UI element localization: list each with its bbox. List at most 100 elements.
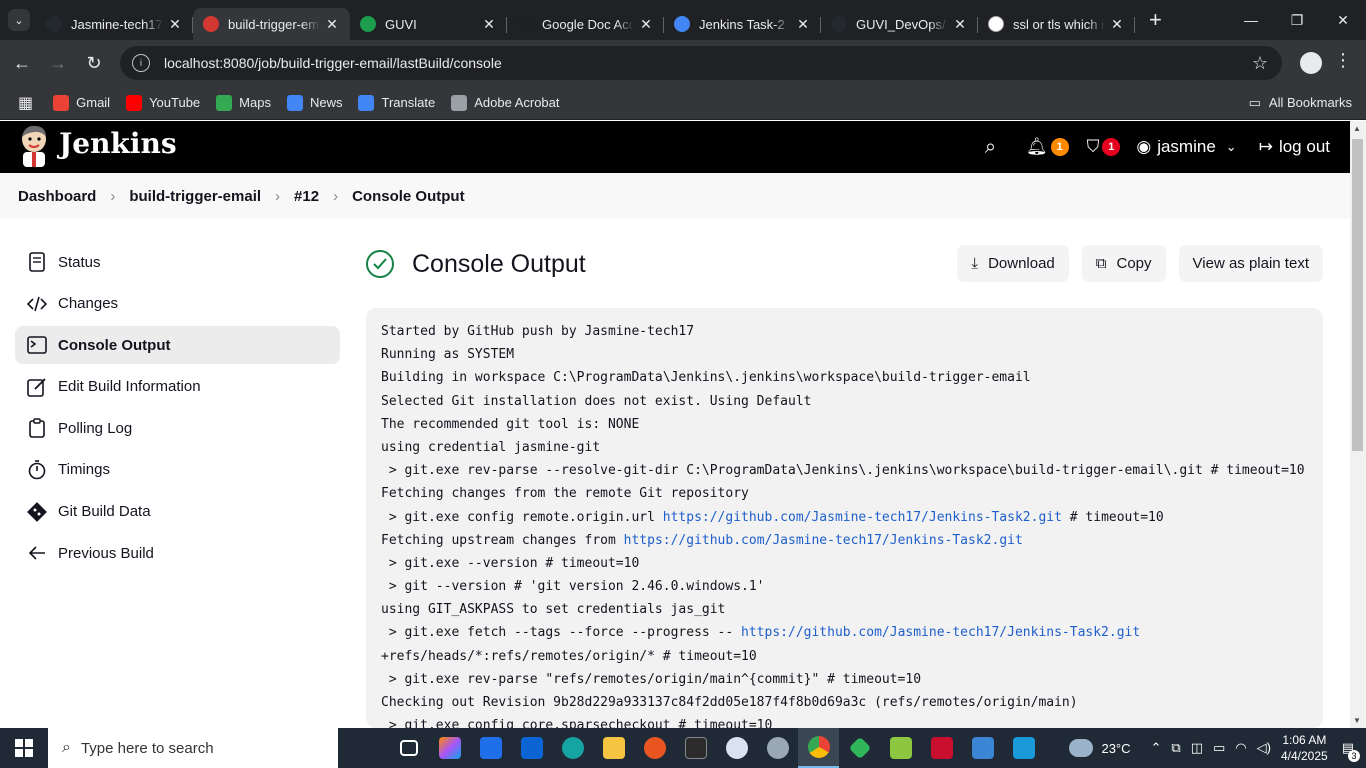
site-info-icon[interactable]: i [132,54,150,72]
terminal-icon[interactable] [675,728,716,768]
tab-search-button[interactable]: ⌄ [8,9,30,31]
sidebar-item-timings[interactable]: Timings [15,451,340,489]
notification-center-icon[interactable]: ▤ 3 [1342,740,1360,762]
console-link[interactable]: https://github.com/Jasmine-tech17/Jenkin… [741,625,1140,640]
network-icon[interactable]: ⧉ [1171,740,1180,756]
jenkins-brand[interactable]: Jenkins [59,127,177,160]
apps-grid-icon[interactable]: ▦ [18,93,33,113]
close-tab-icon[interactable]: ✕ [324,16,340,33]
close-tab-icon[interactable]: ✕ [167,16,183,33]
back-button[interactable]: ← [4,53,40,74]
sidebar-item-edit-build-information[interactable]: Edit Build Information [15,368,340,406]
page-scrollbar[interactable]: ▲ ▼ [1350,121,1366,728]
minimize-button[interactable]: — [1228,0,1274,40]
bookmark-item[interactable]: Maps [216,94,271,111]
arrow-left-icon [27,543,47,563]
mcafee-icon[interactable] [921,728,962,768]
file-explorer-icon[interactable] [593,728,634,768]
jenkins-logo-icon[interactable] [18,125,50,167]
camera-icon[interactable]: ◫ [1191,740,1203,756]
url-bar[interactable]: i localhost:8080/job/build-trigger-email… [120,46,1282,80]
browser-tab[interactable]: ssl or tls which i ✕ [978,8,1135,40]
ubuntu-icon[interactable] [634,728,675,768]
breadcrumb-item[interactable]: #12 [294,188,319,205]
console-line: using credential jasmine-git [381,439,601,455]
windows-taskbar: ⌕ Type here to search 23°C ⌃ ⧉ ◫ ▭ ◠ ◁) … [0,728,1366,768]
windows-logo-icon [15,739,33,757]
browser-tab[interactable]: build-trigger-em ✕ [193,8,350,40]
browser-tab[interactable]: GUVI_DevOps/1 ✕ [821,8,978,40]
chevron-up-icon[interactable]: ⌃ [1151,740,1162,756]
sidebar-item-previous-build[interactable]: Previous Build [15,534,340,572]
browser-tab[interactable]: GUVI ✕ [350,8,507,40]
close-tab-icon[interactable]: ✕ [638,16,654,33]
battery-icon[interactable]: ▭ [1213,740,1225,756]
sidebar-item-polling-log[interactable]: Polling Log [15,409,340,447]
profile-icon[interactable] [1300,52,1322,74]
git-gui-icon[interactable] [839,728,880,768]
search-icon[interactable]: ⌕ [985,136,996,159]
weather-icon[interactable] [1069,739,1094,757]
volume-icon[interactable]: ◁) [1257,740,1271,756]
wifi-icon[interactable]: ◠ [1235,740,1246,756]
console-link[interactable]: https://github.com/Jasmine-tech17/Jenkin… [624,533,1023,548]
notepad-icon[interactable] [880,728,921,768]
sidebar-item-changes[interactable]: Changes [15,285,340,323]
browser-tab[interactable]: Jenkins Task-2 - ✕ [664,8,821,40]
breadcrumb-item[interactable]: Console Output [352,188,465,205]
browser-menu-icon[interactable]: ⋮ [1334,50,1352,71]
copy-button[interactable]: ⧉ Copy [1081,245,1166,282]
copilot-icon[interactable] [429,728,470,768]
reload-button[interactable]: ↻ [76,53,112,74]
bookmark-item[interactable]: Gmail [53,94,110,111]
scroll-up-arrow-icon[interactable]: ▲ [1353,124,1361,133]
sidebar-item-status[interactable]: Status [15,243,340,281]
close-tab-icon[interactable]: ✕ [481,16,497,33]
bookmark-star-icon[interactable]: ☆ [1252,53,1268,74]
new-tab-button[interactable]: + [1149,9,1162,31]
maximize-button[interactable]: ❐ [1274,0,1320,40]
security-button[interactable]: ⛉ 1 [1087,137,1121,157]
close-tab-icon[interactable]: ✕ [795,16,811,33]
all-bookmarks[interactable]: ▭ All Bookmarks [1249,95,1352,111]
breadcrumb-item[interactable]: build-trigger-email [129,188,261,205]
clock[interactable]: 1:06 AM 4/4/2025 [1281,732,1328,764]
scrollbar-thumb[interactable] [1352,139,1363,451]
chrome-icon[interactable] [798,728,839,768]
edge-icon[interactable] [552,728,593,768]
bookmark-item[interactable]: Adobe Acrobat [451,94,560,111]
notifications-button[interactable]: 🔔︎ 1 [1026,137,1069,157]
bookmark-item[interactable]: News [286,94,342,111]
task-view-icon[interactable] [388,728,429,768]
view-plain-text-button[interactable]: View as plain text [1178,245,1323,282]
console-link[interactable]: https://github.com/Jasmine-tech17/Jenkin… [663,510,1062,525]
forward-button[interactable]: → [40,53,76,74]
close-tab-icon[interactable]: ✕ [1109,16,1125,33]
close-tab-icon[interactable]: ✕ [952,16,968,33]
paint-icon[interactable] [716,728,757,768]
success-check-icon [366,250,394,278]
windows-start-button[interactable] [0,728,48,768]
tab-favicon-icon [46,16,62,32]
outlook-icon[interactable] [511,728,552,768]
remote-desktop-icon[interactable] [1003,728,1044,768]
user-menu[interactable]: ◉ jasmine ⌄ [1136,137,1236,157]
taskbar-search[interactable]: ⌕ Type here to search [48,728,338,768]
browser-tab[interactable]: Google Doc Acc ✕ [507,8,664,40]
settings-gear-icon[interactable] [757,728,798,768]
photos-icon[interactable] [962,728,1003,768]
download-button[interactable]: ⤓ Download [957,245,1069,282]
window-controls: — ❐ ✕ [1228,0,1366,40]
logout-button[interactable]: ↦ log out [1259,137,1330,157]
breadcrumb-item[interactable]: Dashboard [18,188,96,205]
tab-favicon-icon [203,16,219,32]
weather-temp[interactable]: 23°C [1101,741,1130,756]
bookmark-item[interactable]: Translate [358,94,435,111]
sidebar-item-git-build-data[interactable]: Git Build Data [15,493,340,531]
close-window-button[interactable]: ✕ [1320,0,1366,40]
scroll-down-arrow-icon[interactable]: ▼ [1353,716,1361,725]
bookmark-item[interactable]: YouTube [126,94,200,111]
store-icon[interactable] [470,728,511,768]
browser-tab[interactable]: Jasmine-tech17/✕ [36,8,193,40]
sidebar-item-console-output[interactable]: Console Output [15,326,340,365]
